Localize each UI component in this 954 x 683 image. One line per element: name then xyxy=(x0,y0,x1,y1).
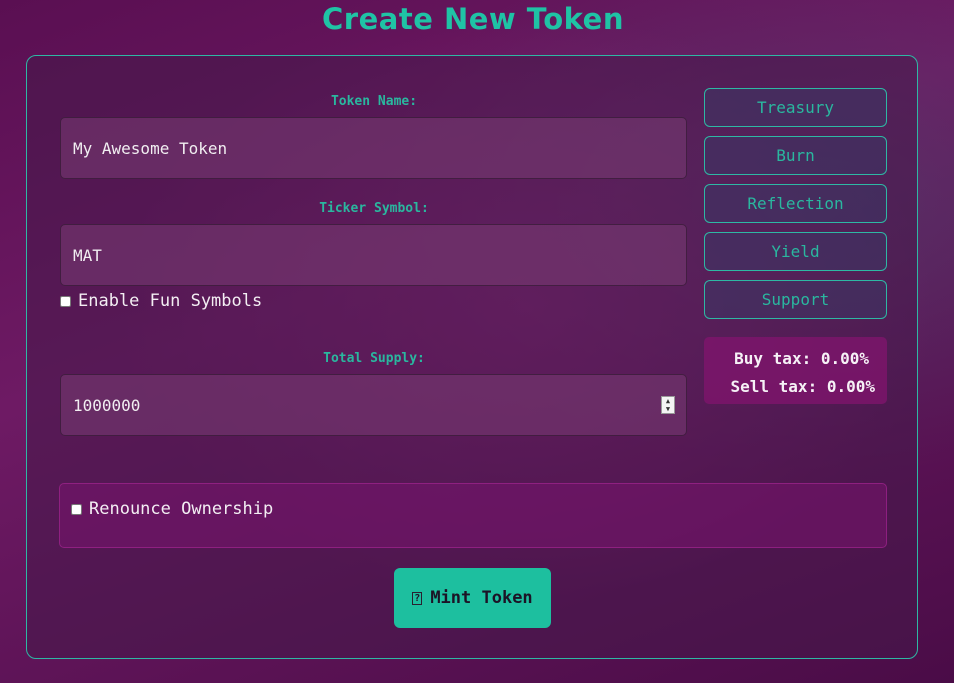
ticker-symbol-label: Ticker Symbol: xyxy=(319,201,429,216)
token-name-value: My Awesome Token xyxy=(73,138,228,158)
total-supply-label: Total Supply: xyxy=(323,351,425,366)
total-supply-value: 1000000 xyxy=(73,395,141,415)
reflection-button[interactable]: Reflection xyxy=(704,184,887,223)
renounce-ownership-label: Renounce Ownership xyxy=(89,499,274,519)
mint-token-button[interactable]: ? Mint Token xyxy=(394,568,551,628)
token-name-label: Token Name: xyxy=(330,94,418,109)
buy-tax-text: Buy tax: 0.00% xyxy=(734,349,869,368)
ticker-symbol-input[interactable]: MAT xyxy=(60,224,687,286)
burn-button[interactable]: Burn xyxy=(704,136,887,175)
support-button[interactable]: Support xyxy=(704,280,887,319)
total-supply-input[interactable]: 1000000 ▲ ▼ xyxy=(60,374,687,436)
token-icon: ? xyxy=(412,591,423,605)
ticker-symbol-value: MAT xyxy=(73,245,102,265)
yield-button[interactable]: Yield xyxy=(704,232,887,271)
token-name-input[interactable]: My Awesome Token xyxy=(60,117,687,179)
treasury-button[interactable]: Treasury xyxy=(704,88,887,127)
fun-symbols-row[interactable]: Enable Fun Symbols xyxy=(60,291,262,311)
page-title: Create New Token xyxy=(322,2,624,36)
renounce-ownership-checkbox[interactable] xyxy=(71,503,82,515)
renounce-ownership-box: Renounce Ownership xyxy=(59,483,887,548)
fun-symbols-label: Enable Fun Symbols xyxy=(78,291,263,311)
fun-symbols-checkbox[interactable] xyxy=(60,295,71,307)
sell-tax-text: Sell tax: 0.00% xyxy=(730,377,876,396)
renounce-ownership-row[interactable]: Renounce Ownership xyxy=(71,499,273,519)
mint-token-label: Mint Token xyxy=(430,588,533,608)
number-spinner[interactable]: ▲ ▼ xyxy=(661,396,675,414)
tax-summary: Buy tax: 0.00% Sell tax: 0.00% xyxy=(704,337,887,404)
